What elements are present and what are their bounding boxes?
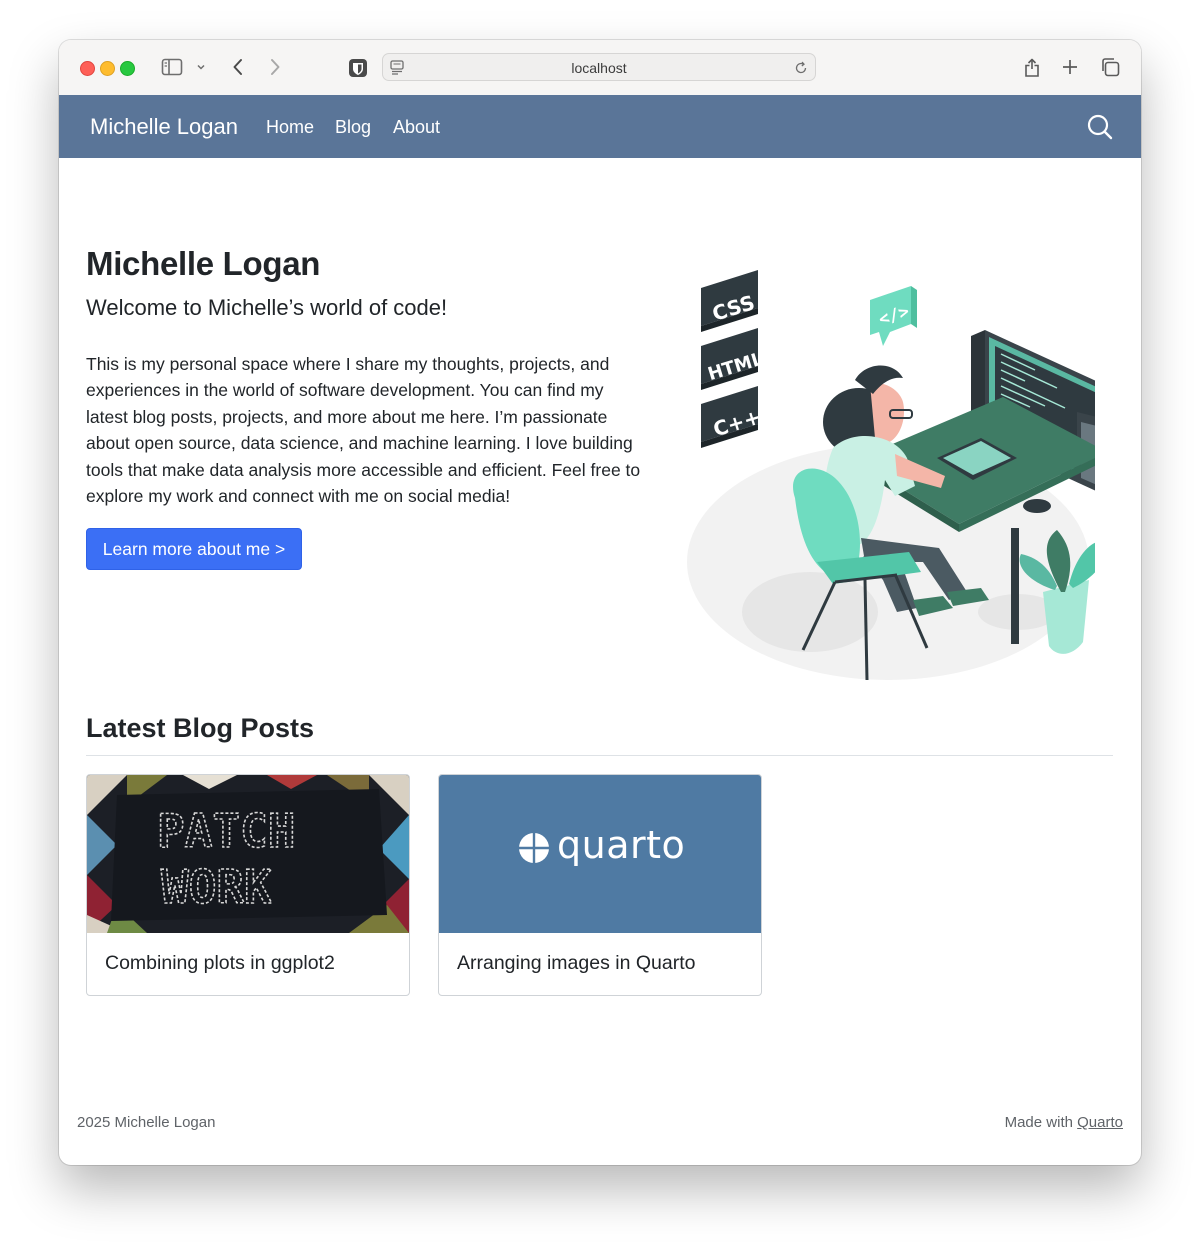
plus-icon[interactable]: [1060, 57, 1080, 77]
code-bubble-icon: </>: [870, 286, 917, 346]
quarto-logo-icon: [518, 832, 550, 864]
forward-arrow-icon[interactable]: [265, 56, 285, 78]
footer-made-with-label: Made with: [1004, 1114, 1073, 1131]
chevron-down-icon[interactable]: [195, 60, 207, 74]
browser-window: localhost Michelle Logan Home Blog About…: [59, 40, 1141, 1165]
hero-subtitle: Welcome to Michelle’s world of code!: [86, 295, 448, 320]
quarto-wordmark: quarto: [557, 823, 686, 867]
reload-icon[interactable]: [793, 60, 809, 76]
close-window-button[interactable]: [80, 61, 95, 76]
post-thumbnail-quarto[interactable]: quarto: [439, 775, 761, 933]
nav-link-home[interactable]: Home: [266, 117, 314, 138]
browser-toolbar: localhost: [59, 40, 1141, 96]
nav-link-blog[interactable]: Blog: [335, 117, 371, 138]
patchwork-word-1: PATCH: [157, 804, 295, 858]
footer-quarto-link[interactable]: Quarto: [1077, 1114, 1123, 1131]
sidebar-icon[interactable]: [161, 57, 183, 77]
blog-post-card[interactable]: PATCH WORK Combining plots in ggplot2: [86, 774, 410, 996]
hero-description: This is my personal space where I share …: [86, 354, 641, 507]
site-navbar: Michelle Logan Home Blog About: [59, 95, 1141, 158]
footer-made-with: Made with Quarto: [1005, 1114, 1123, 1131]
minimize-window-button[interactable]: [100, 61, 115, 76]
learn-more-button[interactable]: Learn more about me >: [86, 528, 302, 570]
developer-illustration: CSS HTML C++ </>: [685, 262, 1117, 682]
section-divider: [86, 755, 1113, 756]
nav-link-about[interactable]: About: [393, 117, 440, 138]
tabs-icon[interactable]: [1099, 57, 1121, 77]
footer-copyright: 2025 Michelle Logan: [77, 1114, 216, 1131]
address-text: localhost: [571, 60, 627, 76]
back-arrow-icon[interactable]: [228, 56, 248, 78]
blog-post-card[interactable]: quarto Arranging images in Quarto: [438, 774, 762, 996]
section-heading-latest-posts: Latest Blog Posts: [86, 713, 315, 743]
patchwork-word-2: WORK: [161, 860, 272, 914]
search-icon[interactable]: [1086, 113, 1114, 141]
zoom-window-button[interactable]: [120, 61, 135, 76]
address-bar[interactable]: localhost: [382, 53, 816, 81]
post-title[interactable]: Arranging images in Quarto: [457, 952, 695, 975]
post-thumbnail-patchwork[interactable]: PATCH WORK: [87, 775, 409, 933]
html-tag-block: HTML: [701, 328, 766, 390]
hero-title: Michelle Logan: [86, 245, 321, 282]
site-brand[interactable]: Michelle Logan: [90, 114, 238, 140]
cpp-tag-block: C++: [701, 386, 763, 448]
shield-icon[interactable]: [347, 57, 369, 79]
post-title[interactable]: Combining plots in ggplot2: [105, 952, 335, 975]
share-icon[interactable]: [1022, 55, 1042, 79]
css-tag-block: CSS: [701, 270, 758, 332]
